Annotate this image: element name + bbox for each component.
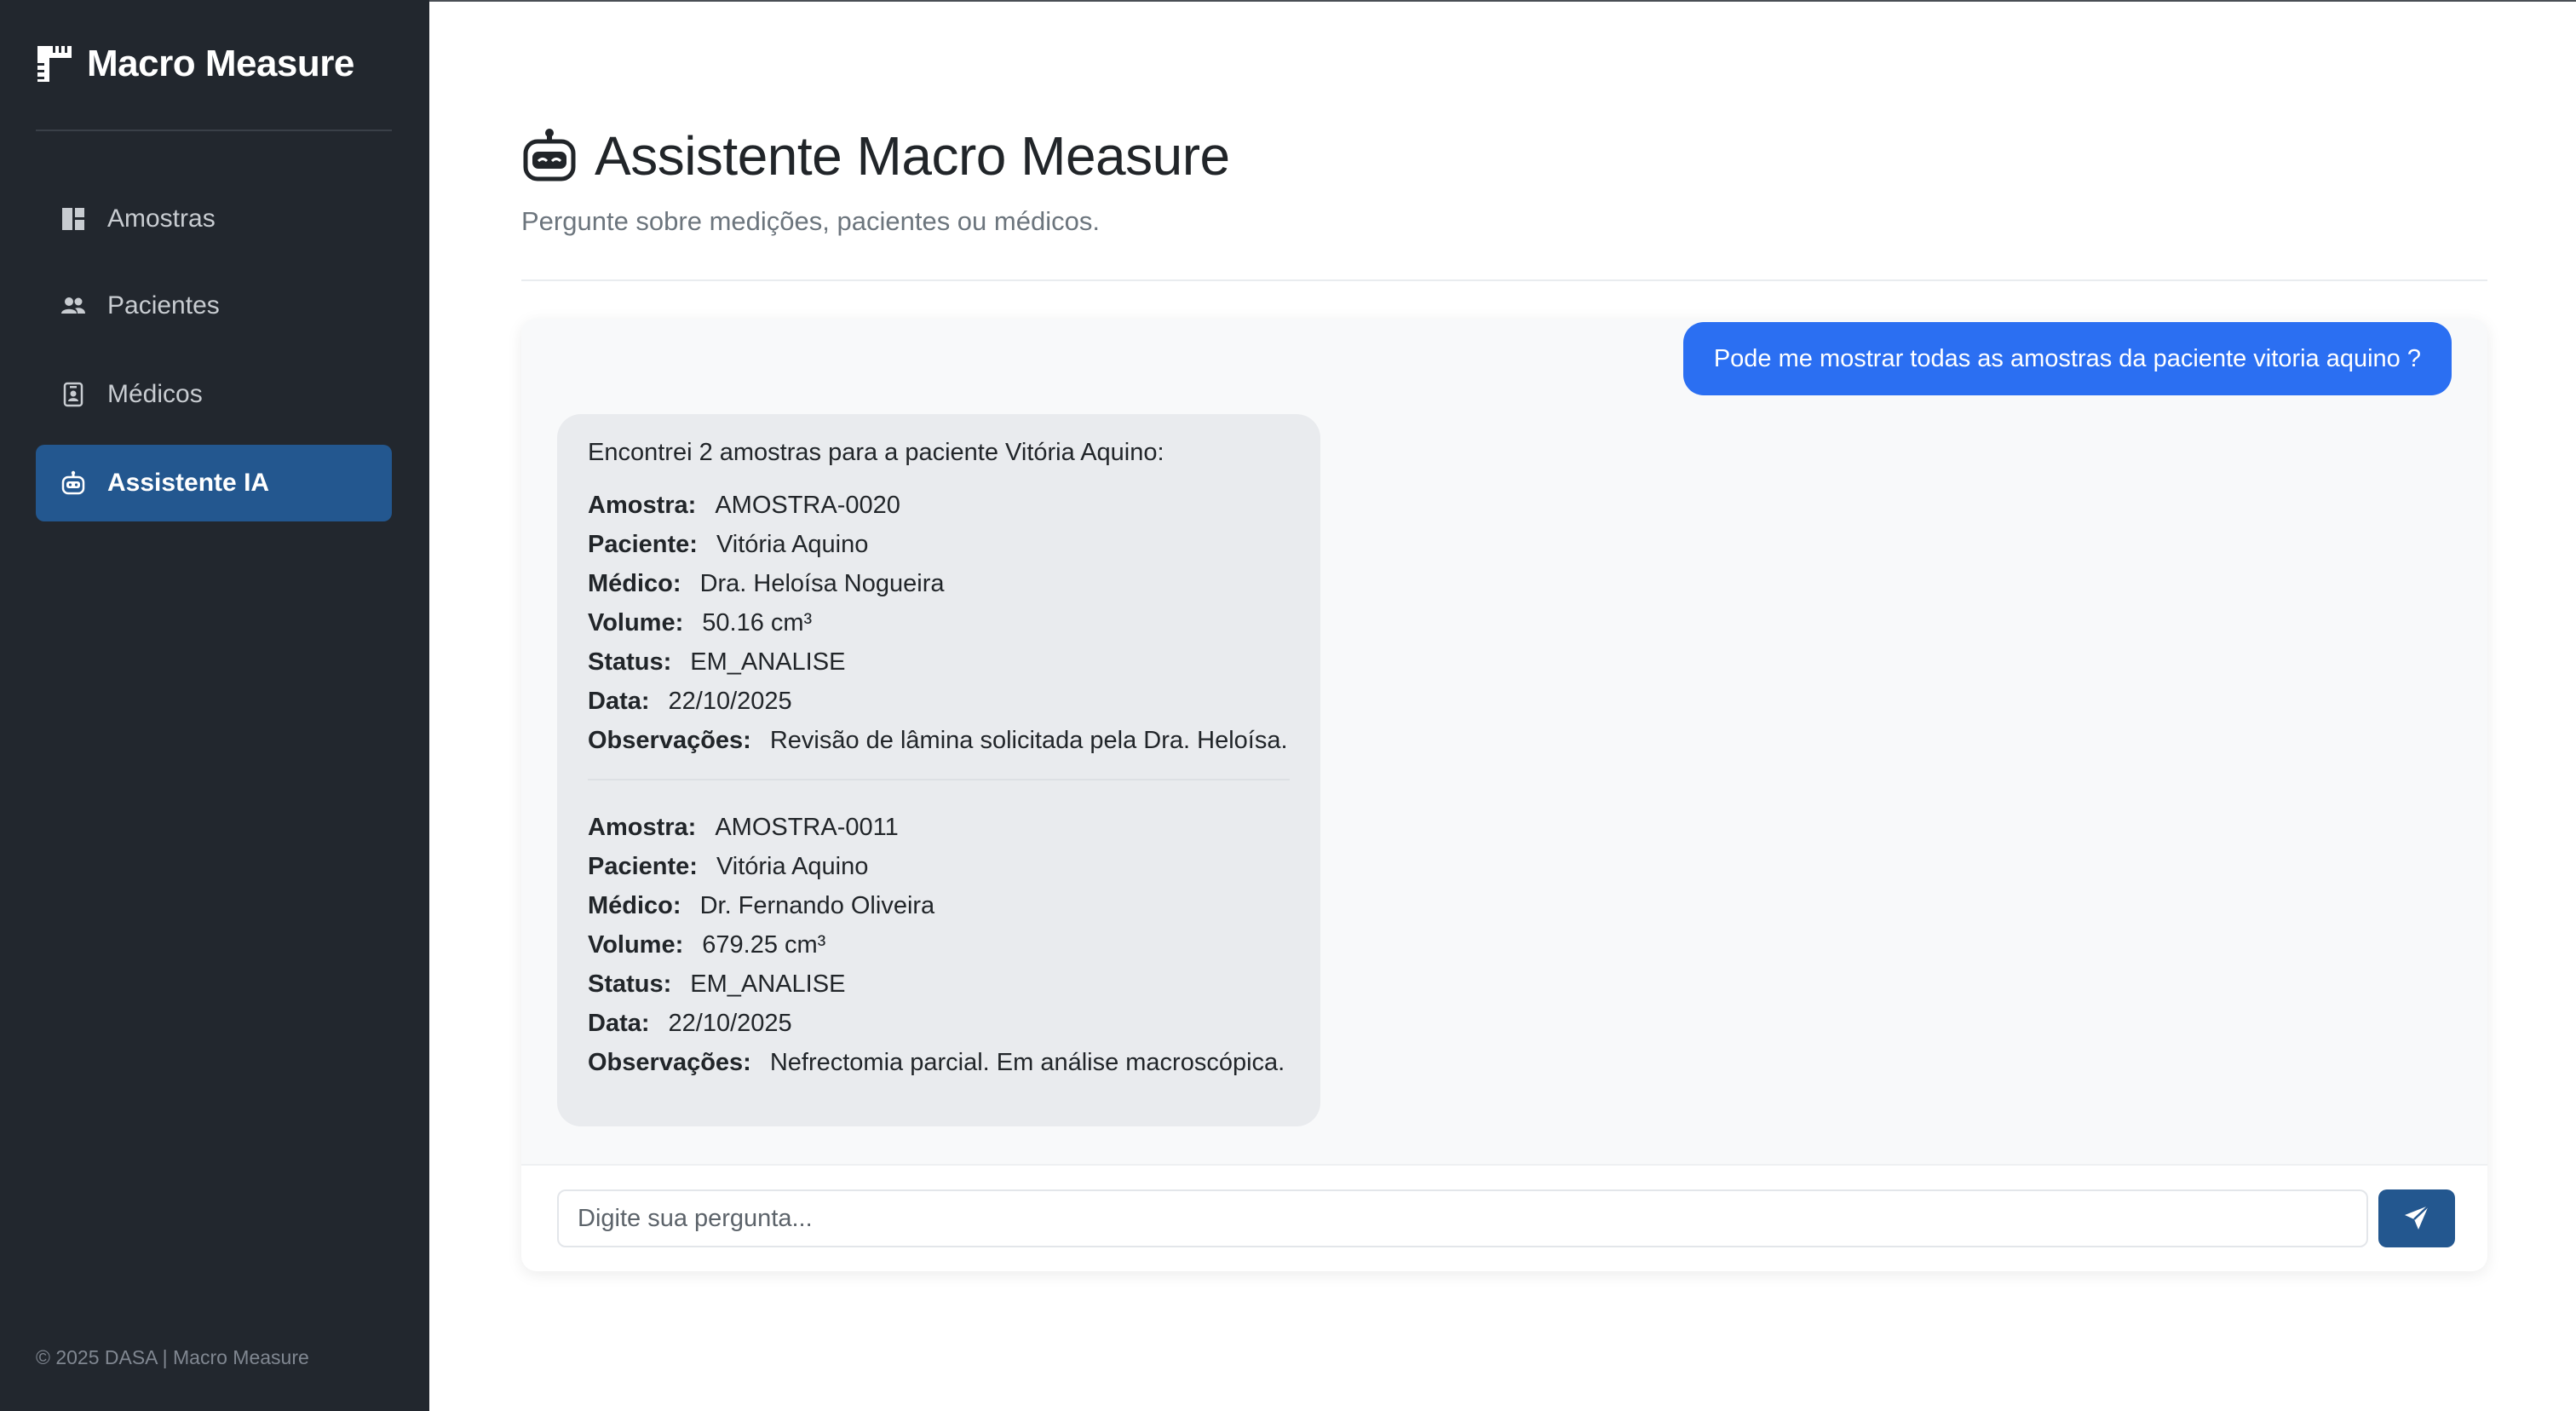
sample-field-status: Status: EM_ANALISE — [588, 970, 846, 998]
sample-field-volume: Volume: 50.16 cm³ — [588, 609, 813, 636]
sample-field-data: Data: 22/10/2025 — [588, 688, 792, 715]
page-subtitle: Pergunte sobre medições, pacientes ou mé… — [521, 206, 1100, 236]
sidebar-item-medicos[interactable]: Médicos — [36, 356, 392, 433]
page-title-text: Assistente Macro Measure — [595, 125, 1230, 187]
sidebar: Macro Measure Amostras Pacientes Médicos… — [0, 0, 429, 1411]
sidebar-item-assistente-ia[interactable]: Assistente IA — [36, 445, 392, 521]
send-button[interactable] — [2378, 1189, 2455, 1247]
sidebar-item-label: Médicos — [107, 380, 203, 408]
sample-field-amostra: Amostra: AMOSTRA-0011 — [588, 814, 899, 841]
chat-card: Pode me mostrar todas as amostras da pac… — [521, 319, 2487, 1271]
send-icon — [2402, 1203, 2431, 1235]
sample-field-medico: Médico: Dr. Fernando Oliveira — [588, 892, 935, 919]
robot-icon — [60, 469, 87, 497]
dashboard-icon — [60, 205, 87, 233]
people-icon — [60, 292, 87, 320]
sample-record: Amostra: AMOSTRA-0020 Paciente: Vitória Aq… — [588, 486, 1290, 760]
robot-icon — [521, 128, 578, 184]
sidebar-item-label: Amostras — [107, 204, 216, 233]
user-message: Pode me mostrar todas as amostras da pac… — [1682, 322, 2452, 395]
chat-input-bar — [521, 1164, 2487, 1271]
ruler-icon — [36, 44, 73, 84]
sidebar-item-pacientes[interactable]: Pacientes — [36, 268, 392, 344]
sample-field-status: Status: EM_ANALISE — [588, 648, 846, 676]
top-border — [429, 0, 2576, 2]
brand-divider — [36, 130, 392, 131]
title-divider — [521, 279, 2487, 281]
sidebar-item-label: Pacientes — [107, 291, 220, 320]
brand-name: Macro Measure — [87, 43, 354, 84]
sample-field-observacoes: Observações: Revisão de lâmina solicitada… — [588, 727, 1288, 754]
sample-record: Amostra: AMOSTRA-0011 Paciente: Vitória Aq… — [588, 808, 1290, 1082]
assistant-message: Encontrei 2 amostras para a paciente Vit… — [557, 414, 1320, 1126]
sample-field-medico: Médico: Dra. Heloísa Nogueira — [588, 570, 945, 597]
assistant-intro: Encontrei 2 amostras para a paciente Vit… — [588, 439, 1164, 466]
sample-field-paciente: Paciente: Vitória Aquino — [588, 853, 869, 880]
chat-messages[interactable]: Pode me mostrar todas as amostras da pac… — [521, 319, 2487, 1164]
brand[interactable]: Macro Measure — [36, 43, 354, 85]
page-title: Assistente Macro Measure — [521, 124, 1230, 187]
sidebar-item-amostras[interactable]: Amostras — [36, 181, 392, 257]
sample-field-paciente: Paciente: Vitória Aquino — [588, 531, 869, 558]
question-input[interactable] — [557, 1189, 2368, 1247]
main-content: Assistente Macro Measure Pergunte sobre … — [429, 0, 2576, 1411]
sidebar-item-label: Assistente IA — [107, 469, 270, 497]
sidebar-footer: © 2025 DASA | Macro Measure — [36, 1346, 309, 1368]
sample-field-volume: Volume: 679.25 cm³ — [588, 931, 826, 959]
badge-icon — [60, 381, 87, 408]
sample-divider — [588, 779, 1290, 780]
sample-field-amostra: Amostra: AMOSTRA-0020 — [588, 492, 900, 519]
sample-field-data: Data: 22/10/2025 — [588, 1010, 792, 1037]
sample-field-observacoes: Observações: Nefrectomia parcial. Em anál… — [588, 1049, 1285, 1076]
